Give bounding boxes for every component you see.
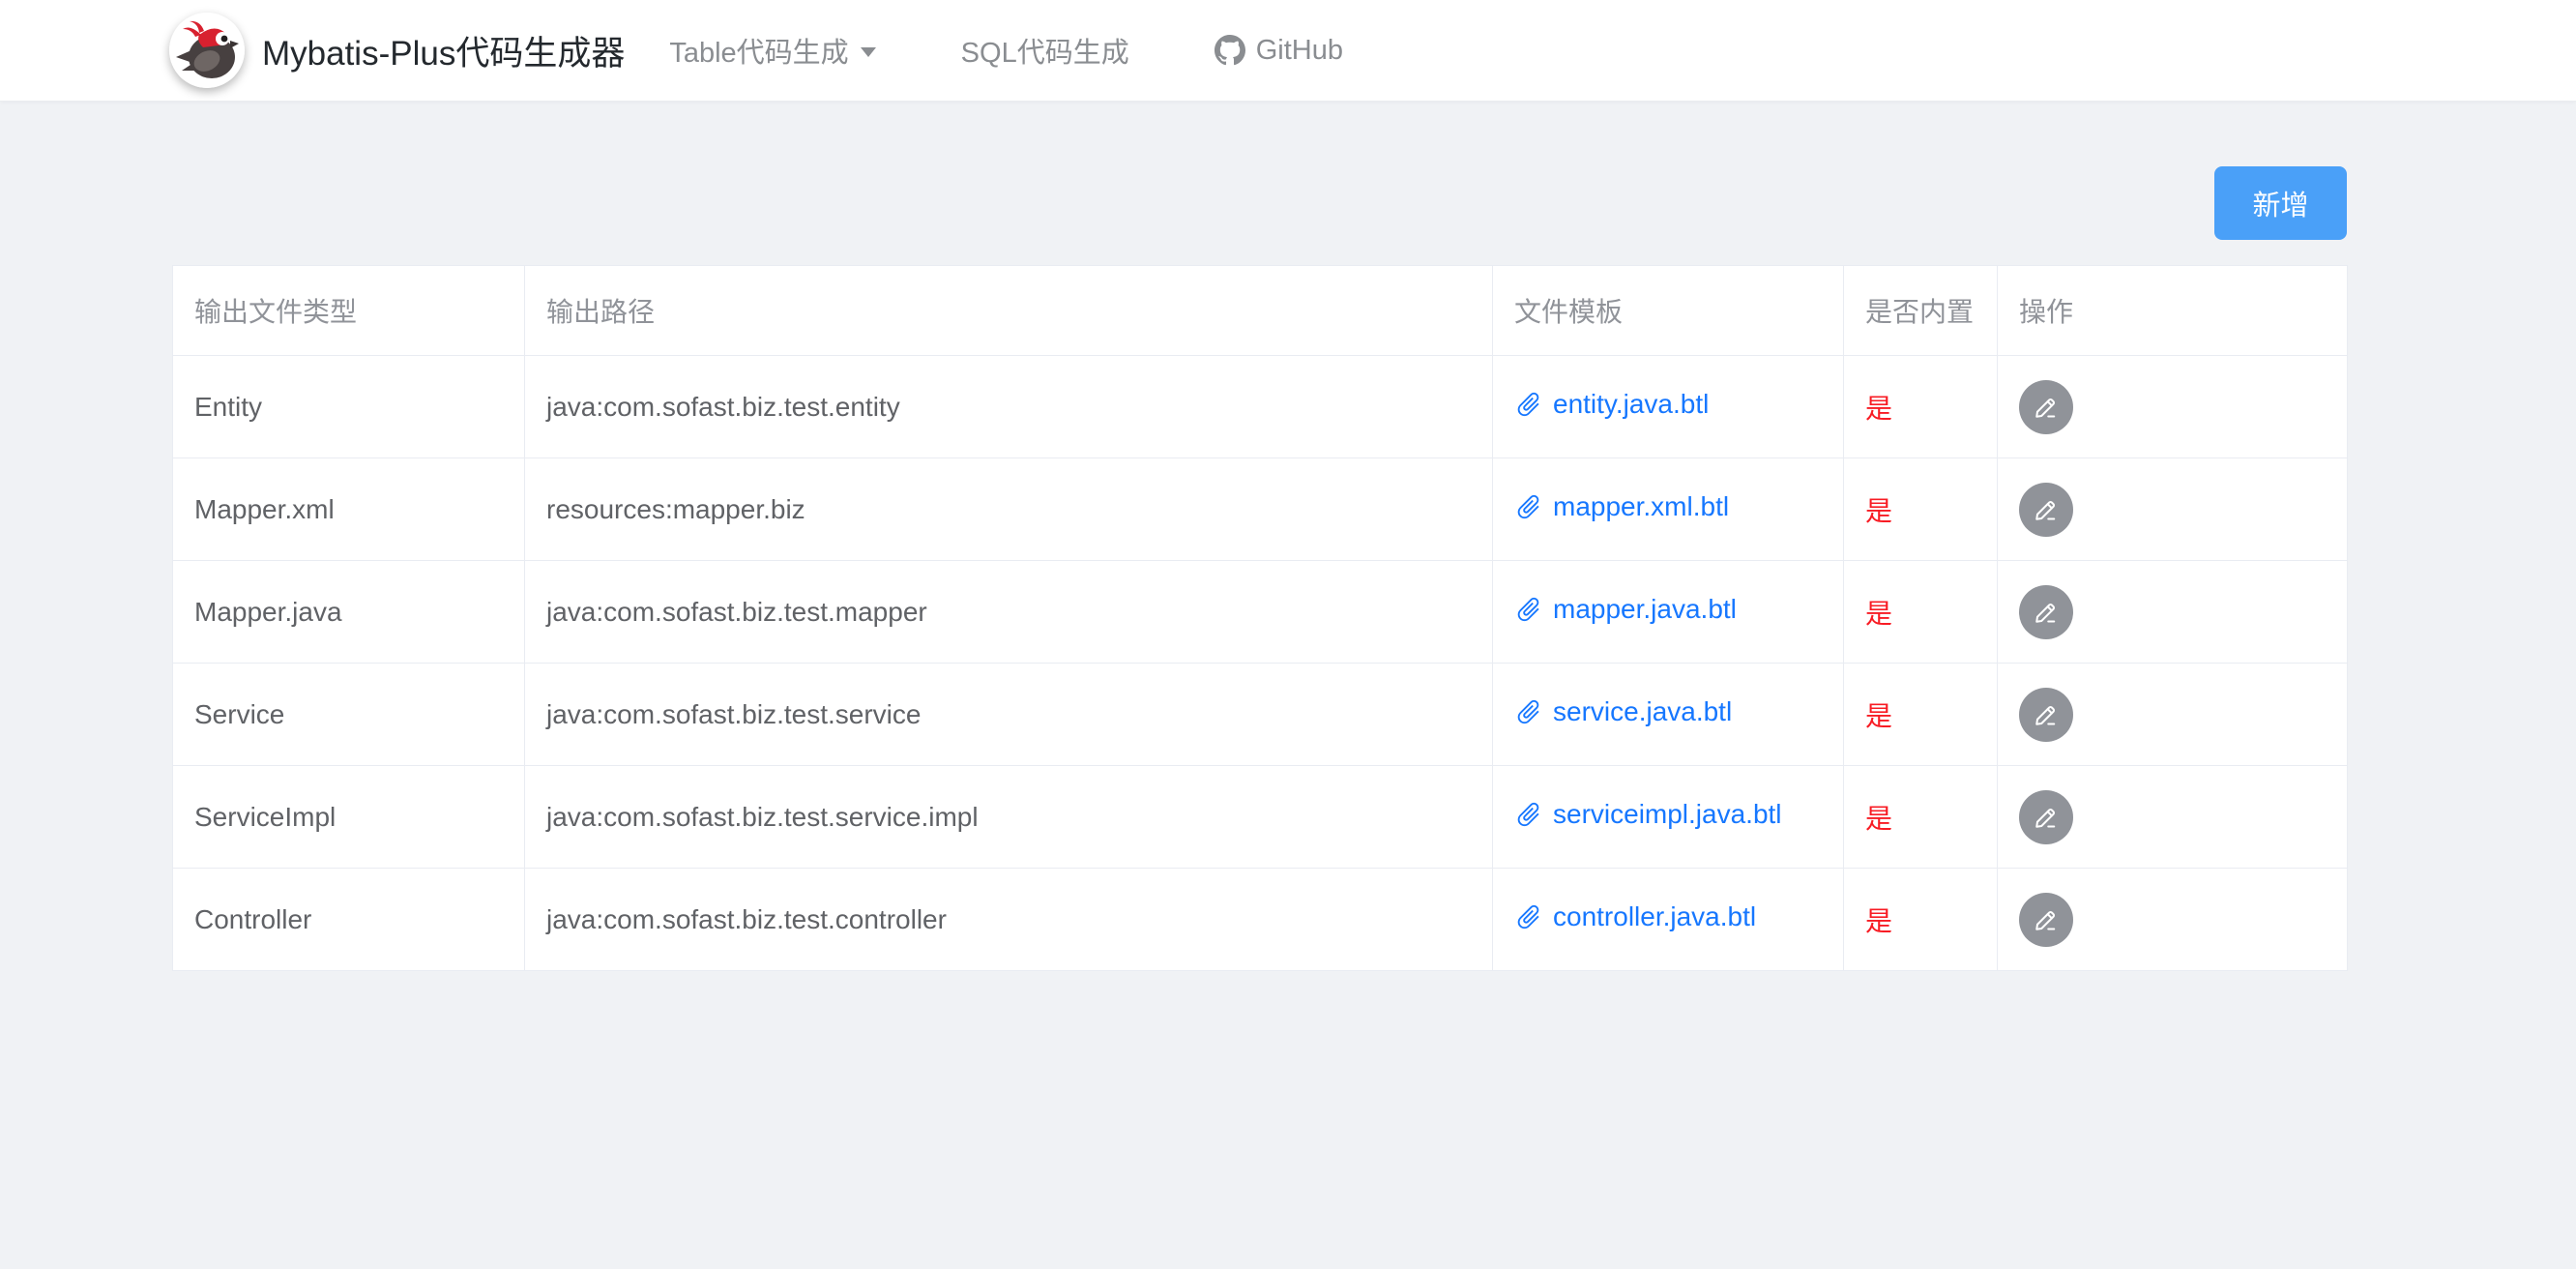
- pencil-icon: [2032, 905, 2061, 934]
- cell-output-type: Entity: [173, 356, 525, 458]
- cell-builtin: 是: [1844, 664, 1998, 766]
- paperclip-icon: [1508, 486, 1549, 526]
- cell-output-path: java:com.sofast.biz.test.entity: [525, 356, 1493, 458]
- edit-button[interactable]: [2019, 585, 2073, 639]
- builtin-flag: 是: [1865, 599, 1892, 629]
- template-file-link[interactable]: controller.java.btl: [1514, 901, 1756, 932]
- cell-builtin: 是: [1844, 561, 1998, 664]
- table-header: 输出文件类型 输出路径 文件模板 是否内置 操作: [173, 266, 2348, 356]
- navbar: Mybatis-Plus代码生成器 Table代码生成 SQL代码生成 GitH…: [0, 0, 2576, 102]
- cell-output-type: Controller: [173, 869, 525, 971]
- cell-output-path: java:com.sofast.biz.test.mapper: [525, 561, 1493, 664]
- table-row: Service java:com.sofast.biz.test.service…: [173, 664, 2348, 766]
- builtin-flag: 是: [1865, 394, 1892, 424]
- paperclip-icon: [1508, 691, 1549, 731]
- col-header-builtin: 是否内置: [1844, 266, 1998, 356]
- cell-output-path: java:com.sofast.biz.test.service: [525, 664, 1493, 766]
- cell-actions: [1998, 664, 2348, 766]
- paperclip-icon: [1508, 383, 1549, 424]
- cell-template: serviceimpl.java.btl: [1493, 766, 1844, 869]
- brand-logo: [169, 13, 245, 88]
- template-file-name: serviceimpl.java.btl: [1553, 799, 1782, 830]
- edit-button[interactable]: [2019, 380, 2073, 434]
- cell-actions: [1998, 766, 2348, 869]
- nav-item-github[interactable]: GitHub: [1172, 35, 1386, 67]
- builtin-flag: 是: [1865, 701, 1892, 731]
- cell-output-type: Mapper.xml: [173, 458, 525, 561]
- builtin-flag: 是: [1865, 496, 1892, 526]
- cell-template: entity.java.btl: [1493, 356, 1844, 458]
- cell-builtin: 是: [1844, 766, 1998, 869]
- paperclip-icon: [1508, 588, 1549, 629]
- template-file-link[interactable]: mapper.java.btl: [1514, 594, 1737, 625]
- table-row: ServiceImpl java:com.sofast.biz.test.ser…: [173, 766, 2348, 869]
- edit-button[interactable]: [2019, 688, 2073, 742]
- cell-output-type: ServiceImpl: [173, 766, 525, 869]
- main-content: 新增 输出文件类型 输出路径 文件模板 是否内置 操作 Entity java:…: [172, 166, 2347, 971]
- builtin-flag: 是: [1865, 906, 1892, 936]
- pencil-icon: [2032, 393, 2061, 422]
- pencil-icon: [2032, 495, 2061, 524]
- cell-actions: [1998, 458, 2348, 561]
- github-icon: [1215, 35, 1245, 66]
- edit-button[interactable]: [2019, 483, 2073, 537]
- cell-template: controller.java.btl: [1493, 869, 1844, 971]
- cell-actions: [1998, 356, 2348, 458]
- main-nav: Table代码生成 SQL代码生成 GitHub: [627, 30, 1386, 71]
- cell-builtin: 是: [1844, 458, 1998, 561]
- template-file-link[interactable]: service.java.btl: [1514, 696, 1732, 727]
- page-title: Mybatis-Plus代码生成器: [262, 26, 625, 75]
- bird-logo-icon: [169, 13, 245, 88]
- template-file-name: service.java.btl: [1553, 696, 1732, 727]
- nav-item-label: SQL代码生成: [961, 30, 1129, 71]
- edit-button[interactable]: [2019, 893, 2073, 947]
- nav-item-sql-codegen[interactable]: SQL代码生成: [919, 30, 1172, 71]
- builtin-flag: 是: [1865, 804, 1892, 834]
- add-button[interactable]: 新增: [2214, 166, 2347, 240]
- cell-builtin: 是: [1844, 869, 1998, 971]
- nav-item-table-codegen[interactable]: Table代码生成: [627, 30, 918, 71]
- nav-item-label: GitHub: [1256, 35, 1343, 67]
- table-body: Entity java:com.sofast.biz.test.entity e…: [173, 356, 2348, 971]
- template-file-name: mapper.xml.btl: [1553, 491, 1729, 522]
- template-file-link[interactable]: mapper.xml.btl: [1514, 491, 1729, 522]
- pencil-icon: [2032, 803, 2061, 832]
- chevron-down-icon: [861, 47, 876, 57]
- table-row: Mapper.java java:com.sofast.biz.test.map…: [173, 561, 2348, 664]
- pencil-icon: [2032, 700, 2061, 729]
- table-row: Entity java:com.sofast.biz.test.entity e…: [173, 356, 2348, 458]
- template-file-name: entity.java.btl: [1553, 389, 1709, 420]
- paperclip-icon: [1508, 793, 1549, 834]
- table-row: Controller java:com.sofast.biz.test.cont…: [173, 869, 2348, 971]
- cell-output-path: java:com.sofast.biz.test.controller: [525, 869, 1493, 971]
- template-file-name: mapper.java.btl: [1553, 594, 1737, 625]
- col-header-output-type: 输出文件类型: [173, 266, 525, 356]
- cell-actions: [1998, 561, 2348, 664]
- col-header-output-path: 输出路径: [525, 266, 1493, 356]
- cell-output-type: Service: [173, 664, 525, 766]
- cell-actions: [1998, 869, 2348, 971]
- cell-template: mapper.java.btl: [1493, 561, 1844, 664]
- pencil-icon: [2032, 598, 2061, 627]
- template-file-name: controller.java.btl: [1553, 901, 1756, 932]
- edit-button[interactable]: [2019, 790, 2073, 844]
- template-file-link[interactable]: entity.java.btl: [1514, 389, 1709, 420]
- toolbar: 新增: [172, 166, 2347, 240]
- cell-builtin: 是: [1844, 356, 1998, 458]
- cell-template: mapper.xml.btl: [1493, 458, 1844, 561]
- output-files-table: 输出文件类型 输出路径 文件模板 是否内置 操作 Entity java:com…: [172, 265, 2348, 971]
- nav-item-label: Table代码生成: [669, 30, 848, 71]
- cell-template: service.java.btl: [1493, 664, 1844, 766]
- cell-output-path: resources:mapper.biz: [525, 458, 1493, 561]
- cell-output-type: Mapper.java: [173, 561, 525, 664]
- cell-output-path: java:com.sofast.biz.test.service.impl: [525, 766, 1493, 869]
- template-file-link[interactable]: serviceimpl.java.btl: [1514, 799, 1782, 830]
- paperclip-icon: [1508, 896, 1549, 936]
- col-header-actions: 操作: [1998, 266, 2348, 356]
- table-row: Mapper.xml resources:mapper.biz mapper.x…: [173, 458, 2348, 561]
- col-header-template: 文件模板: [1493, 266, 1844, 356]
